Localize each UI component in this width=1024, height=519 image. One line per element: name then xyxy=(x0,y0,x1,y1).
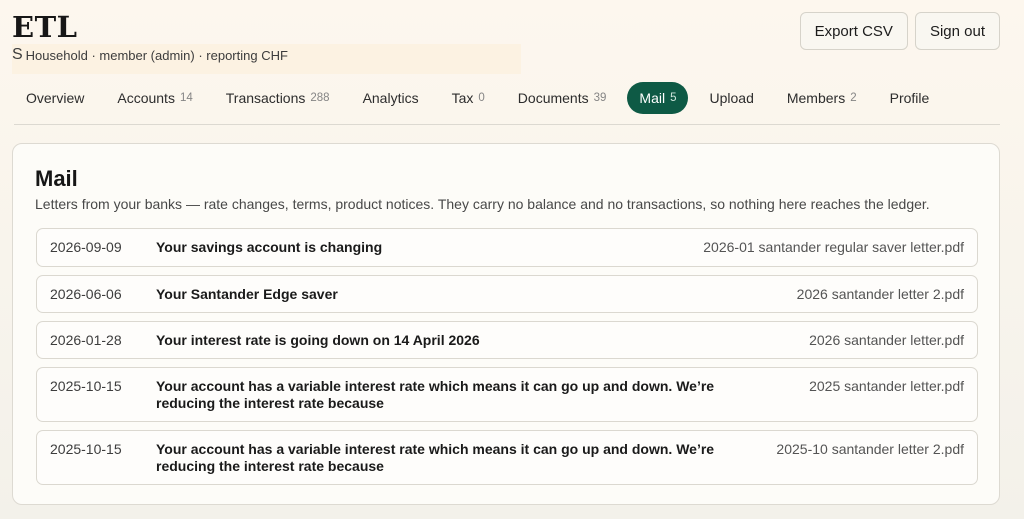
mail-attachment-filename[interactable]: 2026 santander letter.pdf xyxy=(809,332,964,348)
mail-subject: Your account has a variable interest rat… xyxy=(156,378,715,411)
tab-transactions-count: 288 xyxy=(310,92,330,104)
mail-panel-description: Letters from your banks — rate changes, … xyxy=(35,196,930,212)
mail-item[interactable]: 2026-09-09 Your savings account is chang… xyxy=(36,228,978,267)
tab-documents[interactable]: Documents 39 xyxy=(506,82,619,114)
tab-accounts-count: 14 xyxy=(179,92,193,104)
mail-attachment-filename[interactable]: 2025-10 santander letter 2.pdf xyxy=(776,441,964,457)
mail-subject: Your account has a variable interest rat… xyxy=(156,441,715,474)
tab-mail-label: Mail xyxy=(639,90,666,106)
mail-subject: Your Santander Edge saver xyxy=(156,286,338,302)
tab-profile[interactable]: Profile xyxy=(878,82,942,114)
mail-item[interactable]: 2026-01-28 Your interest rate is going d… xyxy=(36,321,978,359)
mail-date: 2026-01-28 xyxy=(50,332,122,348)
tab-mail-count: 5 xyxy=(670,92,677,104)
mail-panel: Mail Letters from your banks — rate chan… xyxy=(12,143,1000,505)
tab-tax-label: Tax xyxy=(451,90,474,106)
mail-attachment-filename[interactable]: 2026 santander letter 2.pdf xyxy=(797,286,964,302)
page-header: ETL S Household · member (admin) · repor… xyxy=(12,10,1000,80)
app-title: ETL xyxy=(12,10,78,44)
mail-attachment-filename[interactable]: 2025 santander letter.pdf xyxy=(809,378,964,394)
mail-date: 2025-10-15 xyxy=(50,441,122,457)
tab-accounts[interactable]: Accounts 14 xyxy=(105,82,204,114)
tab-analytics-label: Analytics xyxy=(362,90,419,106)
mail-subject: Your savings account is changing xyxy=(156,239,383,255)
tab-upload-label: Upload xyxy=(709,90,754,106)
tab-tax[interactable]: Tax 0 xyxy=(440,82,497,114)
tab-profile-label: Profile xyxy=(889,90,930,106)
mail-subject: Your interest rate is going down on 14 A… xyxy=(156,332,480,348)
tab-documents-count: 39 xyxy=(593,92,607,104)
mail-panel-title: Mail xyxy=(35,166,78,191)
mail-date: 2025-10-15 xyxy=(50,378,122,394)
tab-tax-count: 0 xyxy=(478,92,485,104)
mail-attachment-filename[interactable]: 2026-01 santander regular saver letter.p… xyxy=(703,239,964,255)
tab-members-label: Members xyxy=(786,90,846,106)
tab-transactions[interactable]: Transactions 288 xyxy=(214,82,342,114)
user-initial: S xyxy=(12,46,23,63)
tab-analytics[interactable]: Analytics xyxy=(351,82,431,114)
header-actions: Export CSV Sign out xyxy=(799,12,1000,50)
main-nav: Overview Accounts 14 Transactions 288 An… xyxy=(14,82,1000,125)
tab-transactions-label: Transactions xyxy=(225,90,306,106)
mail-date: 2026-09-09 xyxy=(50,239,122,255)
mail-item[interactable]: 2025-10-15 Your account has a variable i… xyxy=(36,367,978,422)
sign-out-button[interactable]: Sign out xyxy=(914,12,1000,50)
tab-overview-label: Overview xyxy=(26,90,85,106)
tab-accounts-label: Accounts xyxy=(117,90,175,106)
mail-list: 2026-09-09 Your savings account is chang… xyxy=(36,228,978,493)
household-meta: Household · member (admin) · reporting C… xyxy=(25,48,288,63)
tab-members-count: 2 xyxy=(850,92,857,104)
export-csv-button[interactable]: Export CSV xyxy=(799,12,908,50)
tab-members[interactable]: Members 2 xyxy=(775,82,869,114)
tab-upload[interactable]: Upload xyxy=(697,82,765,114)
tab-overview[interactable]: Overview xyxy=(14,82,96,114)
tab-mail[interactable]: Mail 5 xyxy=(627,82,689,114)
tab-documents-label: Documents xyxy=(517,90,589,106)
mail-item[interactable]: 2025-10-15 Your account has a variable i… xyxy=(36,430,978,485)
mail-date: 2026-06-06 xyxy=(50,286,122,302)
household-subtitle: S Household · member (admin) · reporting… xyxy=(12,44,521,74)
mail-item[interactable]: 2026-06-06 Your Santander Edge saver 202… xyxy=(36,275,978,313)
